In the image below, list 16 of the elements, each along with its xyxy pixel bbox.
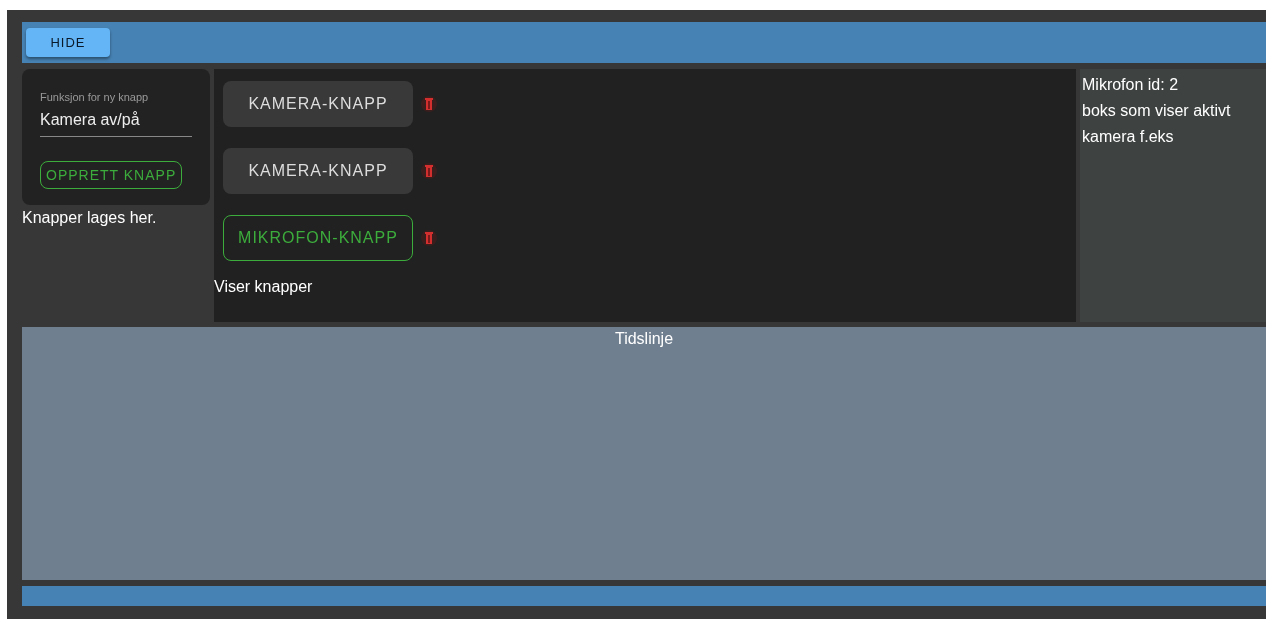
info-text: kamera f.eks <box>1082 127 1175 147</box>
action-button[interactable]: KAMERA-KNAPP <box>223 81 413 127</box>
caption-text: Knapper lages her. <box>22 209 157 227</box>
timeline-title: Tidslinje <box>614 330 674 347</box>
trash-icon[interactable] <box>421 94 437 114</box>
action-button[interactable]: MIKROFON-KNAPP <box>223 215 413 261</box>
action-button[interactable]: KAMERA-KNAPP <box>223 148 413 194</box>
field-label: Funksjon for ny knapp <box>40 91 150 103</box>
input-field[interactable]: Kamera av/på <box>40 105 192 137</box>
trash-icon[interactable] <box>421 161 437 181</box>
hide-button[interactable]: HIDE <box>26 28 110 57</box>
info-text: boks som viser aktivt <box>1082 101 1232 121</box>
trash-icon[interactable] <box>421 228 437 248</box>
create-button[interactable]: OPPRETT KNAPP <box>40 161 183 189</box>
info-text: Mikrofon id: 2 <box>1082 75 1180 95</box>
caption-text: Viser knapper <box>214 278 314 296</box>
